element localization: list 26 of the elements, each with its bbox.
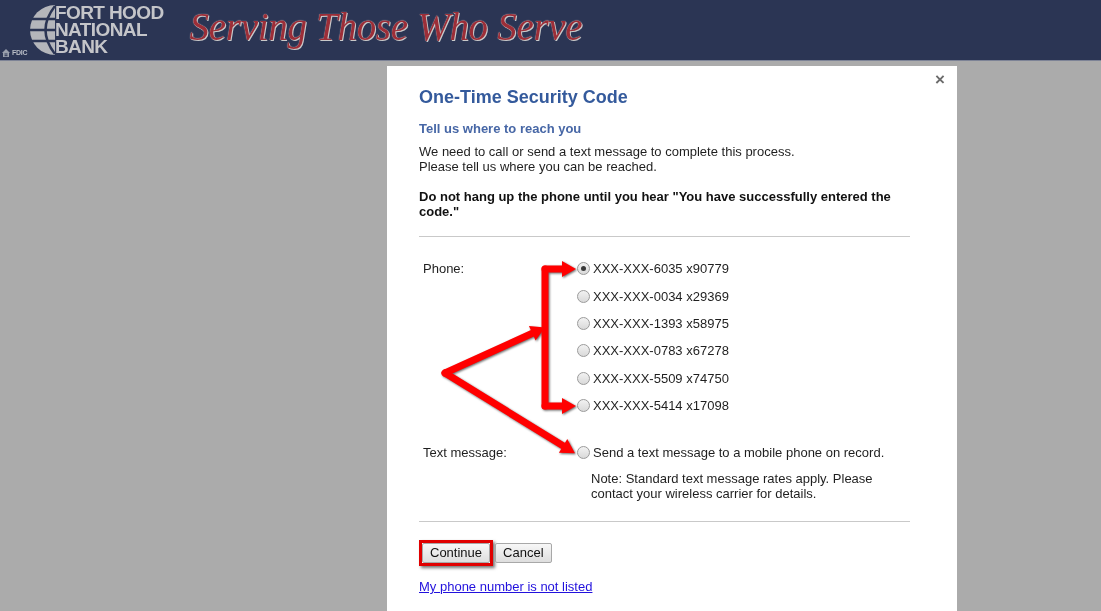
intro-text: We need to call or send a text message to complete this process. Please tell us where you can be reached. <box>419 144 796 174</box>
dialog-title: One-Time Security Code <box>419 86 629 108</box>
tagline: Serving Those Who Serve <box>189 5 583 49</box>
note-text: Note: Standard text message rates apply. Please contact your wireless carrier for details. <box>591 471 874 502</box>
bank-name: FORT HOOD NATIONAL BANK <box>55 1 164 59</box>
phone-option-label: XXX-XXX-6035 x90779 <box>593 261 729 277</box>
close-button[interactable]: × <box>935 70 945 90</box>
radio-button[interactable] <box>577 289 590 303</box>
not-listed-link[interactable]: My phone number is not listed <box>419 579 593 595</box>
phone-option-label: XXX-XXX-0783 x67278 <box>593 343 729 359</box>
phone-option-label: XXX-XXX-1393 x58975 <box>593 315 729 331</box>
globe-icon <box>28 5 55 55</box>
dialog-button[interactable]: Continue <box>422 542 491 563</box>
radio-button[interactable] <box>577 262 590 276</box>
radio-button[interactable] <box>577 446 590 460</box>
phone-option-label: XXX-XXX-5414 x17098 <box>593 398 729 414</box>
radio-button[interactable] <box>577 371 590 385</box>
radio-button[interactable] <box>577 344 590 358</box>
text-option-label: Send a text message to a mobile phone on record. <box>593 445 885 461</box>
warning-text: Do not hang up the phone until you hear "You have successfully entered the code." <box>419 189 892 219</box>
dialog-button[interactable]: Cancel <box>495 542 552 563</box>
section-heading: Tell us where to reach you <box>419 121 583 137</box>
radio-button[interactable] <box>577 399 590 413</box>
phone-option-label: XXX-XXX-5509 x74750 <box>593 370 729 386</box>
radio-button[interactable] <box>577 316 590 330</box>
phone-option-label: XXX-XXX-0034 x29369 <box>593 288 729 304</box>
